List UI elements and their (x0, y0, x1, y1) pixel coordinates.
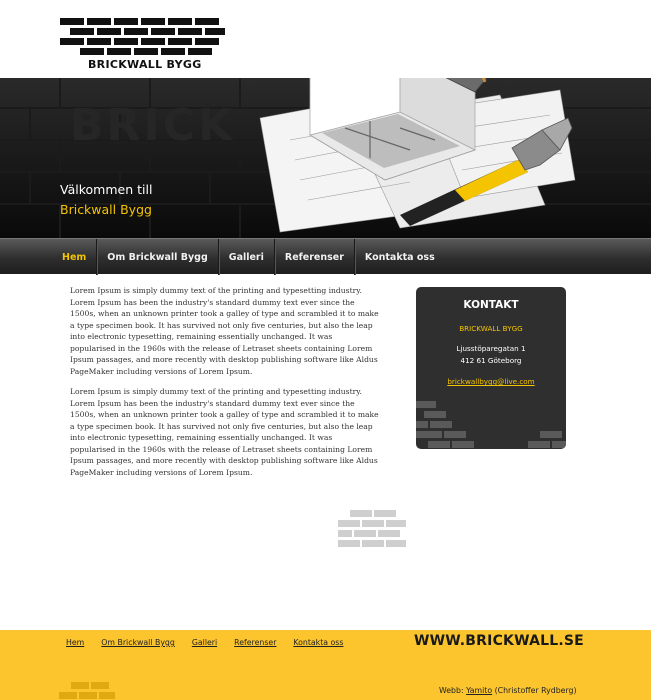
brick-decoration-icon (59, 682, 115, 699)
footer: Hem Om Brickwall Bygg Galleri Referenser… (0, 630, 651, 700)
credit-prefix: Webb: (439, 686, 467, 695)
house-illustration (259, 78, 576, 233)
hero-company-name: Brickwall Bygg (60, 202, 152, 217)
contact-email-link[interactable]: brickwallbygg@live.com (416, 377, 566, 386)
brick-decoration-icon (338, 510, 406, 547)
contact-title: KONTAKT (463, 299, 519, 311)
footer-link-hem[interactable]: Hem (66, 638, 84, 647)
brick-decoration-icon (416, 401, 566, 448)
nav-item-galleri[interactable]: Galleri (219, 239, 275, 275)
contact-company: BRICKWALL BYGG (459, 324, 523, 333)
footer-link-referenser[interactable]: Referenser (234, 638, 276, 647)
footer-credit: Webb: Yamito (Christoffer Rydberg) (439, 686, 577, 695)
body-paragraph: Lorem Ipsum is simply dummy text of the … (70, 286, 379, 376)
footer-link-galleri[interactable]: Galleri (192, 638, 217, 647)
contact-city: 412 61 Göteborg (460, 356, 522, 365)
footer-nav: Hem Om Brickwall Bygg Galleri Referenser… (66, 638, 343, 647)
contact-box: KONTAKT BRICKWALL BYGG Ljusstöparegatan … (416, 287, 566, 449)
main-nav: Hem Om Brickwall Bygg Galleri Referenser… (0, 238, 651, 275)
svg-text:BRICK: BRICK (70, 100, 235, 151)
nav-item-hem[interactable]: Hem (52, 239, 98, 275)
header: BRICKWALL BYGG (0, 0, 651, 78)
credit-author-link[interactable]: Yamito (466, 686, 492, 695)
nav-item-om-brickwall-bygg[interactable]: Om Brickwall Bygg (97, 239, 219, 275)
footer-website-url: WWW.BRICKWALL.SE (414, 633, 584, 649)
footer-link-kontakta-oss[interactable]: Kontakta oss (293, 638, 343, 647)
nav-item-kontakta-oss[interactable]: Kontakta oss (355, 239, 445, 275)
contact-street-address: Ljusstöparegatan 1 (456, 344, 526, 353)
main-content: Lorem Ipsum is simply dummy text of the … (70, 285, 380, 487)
hero-welcome-text: Välkommen till (60, 182, 153, 197)
logo[interactable]: BRICKWALL BYGG (58, 16, 228, 76)
body-paragraph: Lorem Ipsum is simply dummy text of the … (70, 387, 379, 477)
nav-item-referenser[interactable]: Referenser (275, 239, 355, 275)
brick-logo-icon (60, 18, 225, 55)
footer-link-om-brickwall-bygg[interactable]: Om Brickwall Bygg (101, 638, 175, 647)
hero-banner: BRICK Välkommen till Brickwall Bygg (0, 78, 651, 238)
credit-suffix: (Christoffer Rydberg) (492, 686, 577, 695)
logo-text: BRICKWALL BYGG (88, 58, 202, 71)
